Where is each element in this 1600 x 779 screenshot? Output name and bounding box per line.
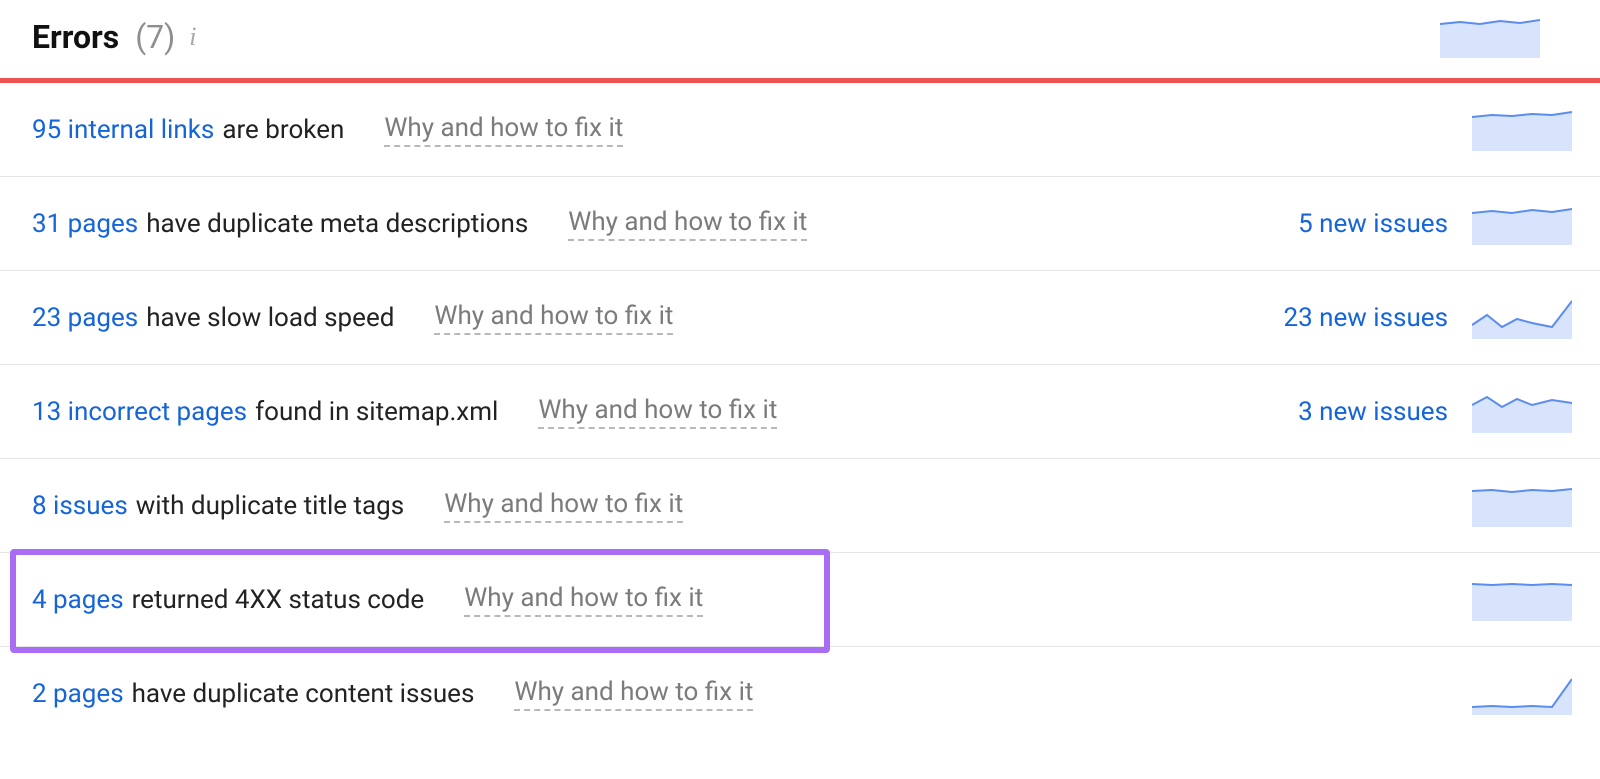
row-sparkline: [1472, 297, 1572, 339]
issue-description: found in sitemap.xml: [255, 397, 498, 427]
issue-text: 31 pages have duplicate meta descriptions: [32, 209, 528, 239]
why-and-how-link[interactable]: Why and how to fix it: [464, 583, 703, 617]
why-and-how-link[interactable]: Why and how to fix it: [384, 113, 623, 147]
row-sparkline: [1472, 391, 1572, 433]
row-sparkline: [1472, 673, 1572, 715]
why-and-how-link[interactable]: Why and how to fix it: [514, 677, 753, 711]
row-sparkline: [1472, 109, 1572, 151]
issue-count-link[interactable]: 2 pages: [32, 679, 124, 709]
issue-count-link[interactable]: 23 pages: [32, 303, 138, 333]
issue-description: are broken: [222, 115, 344, 145]
row-sparkline: [1472, 579, 1572, 621]
issue-description: returned 4XX status code: [132, 585, 425, 615]
issue-text: 8 issues with duplicate title tags: [32, 491, 404, 521]
issue-text: 95 internal links are broken: [32, 115, 344, 145]
new-issues-link[interactable]: 5 new issues: [1298, 209, 1448, 239]
issue-count-link[interactable]: 95 internal links: [32, 115, 214, 145]
issue-count-link[interactable]: 31 pages: [32, 209, 138, 239]
issue-text: 2 pages have duplicate content issues: [32, 679, 474, 709]
error-row: 31 pages have duplicate meta descriptions…: [0, 177, 1600, 271]
error-row: 2 pages have duplicate content issues Why …: [0, 647, 1600, 741]
why-and-how-link[interactable]: Why and how to fix it: [538, 395, 777, 429]
panel-count: (7): [135, 18, 175, 56]
issue-description: with duplicate title tags: [136, 491, 404, 521]
row-sparkline: [1472, 203, 1572, 245]
issue-text: 13 incorrect pages found in sitemap.xml: [32, 397, 498, 427]
error-row: 4 pages returned 4XX status code Why and h…: [0, 553, 1600, 647]
new-issues-link[interactable]: 23 new issues: [1283, 303, 1448, 333]
rows-container: 95 internal links are broken Why and how t…: [0, 83, 1600, 741]
issue-description: have duplicate meta descriptions: [146, 209, 528, 239]
new-issues-link[interactable]: 3 new issues: [1298, 397, 1448, 427]
error-row: 95 internal links are broken Why and how t…: [0, 83, 1600, 177]
header-sparkline: [1440, 16, 1540, 58]
row-sparkline: [1472, 485, 1572, 527]
error-row: 23 pages have slow load speed Why and how …: [0, 271, 1600, 365]
errors-panel: Errors (7) i 95 internal links are broken…: [0, 0, 1600, 741]
issue-text: 4 pages returned 4XX status code: [32, 585, 424, 615]
issue-count-link[interactable]: 4 pages: [32, 585, 124, 615]
issue-description: have slow load speed: [146, 303, 394, 333]
issue-count-link[interactable]: 13 incorrect pages: [32, 397, 247, 427]
why-and-how-link[interactable]: Why and how to fix it: [434, 301, 673, 335]
why-and-how-link[interactable]: Why and how to fix it: [568, 207, 807, 241]
error-row: 13 incorrect pages found in sitemap.xml Wh…: [0, 365, 1600, 459]
error-row: 8 issues with duplicate title tags Why and…: [0, 459, 1600, 553]
panel-title: Errors: [32, 18, 119, 56]
why-and-how-link[interactable]: Why and how to fix it: [444, 489, 683, 523]
info-icon[interactable]: i: [189, 24, 196, 50]
issue-count-link[interactable]: 8 issues: [32, 491, 128, 521]
issue-description: have duplicate content issues: [132, 679, 475, 709]
issue-text: 23 pages have slow load speed: [32, 303, 394, 333]
panel-header: Errors (7) i: [0, 0, 1600, 78]
